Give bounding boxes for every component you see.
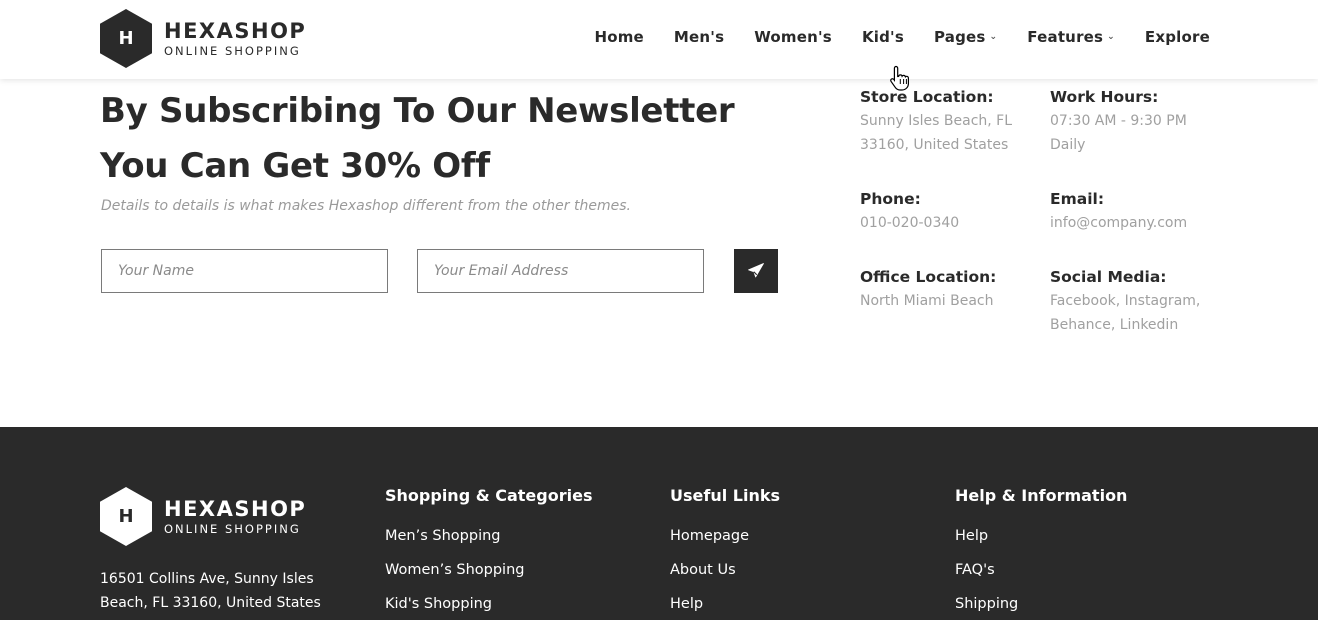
email-input[interactable] <box>417 249 704 293</box>
info-value: 07:30 AM - 9:30 PM Daily <box>1050 113 1187 153</box>
subscribe-button[interactable] <box>734 249 778 293</box>
site-header: H HEXASHOP ONLINE SHOPPING Home Men's Wo… <box>0 0 1318 79</box>
info-phone: Phone: 010-020-0340 <box>860 188 1040 235</box>
logo-tagline: ONLINE SHOPPING <box>164 521 301 536</box>
footer-link[interactable]: Shipping <box>955 595 1127 613</box>
nav-item-mens[interactable]: Men's <box>674 28 724 46</box>
header-logo[interactable]: H HEXASHOP ONLINE SHOPPING <box>100 9 306 68</box>
info-label: Office Location: <box>860 268 997 286</box>
footer-column-title: Help & Information <box>955 486 1128 505</box>
footer-link[interactable]: Homepage <box>670 527 780 545</box>
nav-label: Explore <box>1144 28 1210 46</box>
hand-pointer-cursor-icon <box>889 65 911 95</box>
site-footer: H HEXASHOP ONLINE SHOPPING 16501 Collins… <box>0 427 1318 620</box>
footer-link[interactable]: Women’s Shopping <box>385 561 592 579</box>
info-social-media: Social Media: Facebook, Instagram, Behan… <box>1050 266 1230 337</box>
name-input[interactable] <box>101 249 388 293</box>
newsletter-title: By Subscribing To Our Newsletter You Can… <box>100 91 735 186</box>
nav-label: Kid's <box>861 28 904 46</box>
nav-item-kids[interactable]: Kid's <box>862 28 904 46</box>
footer-link[interactable]: Help <box>670 595 780 613</box>
hexagon-logo-icon: H <box>100 9 152 68</box>
nav-label: Men's <box>673 28 725 46</box>
footer-column-useful-links: Useful Links Homepage About Us Help <box>670 487 780 620</box>
nav-label: Home <box>594 28 644 46</box>
newsletter-description: Details to details is what makes Hexasho… <box>101 198 631 214</box>
nav-label: Pages <box>933 28 986 46</box>
nav-item-womens[interactable]: Women's <box>754 28 832 46</box>
logo-name: HEXASHOP <box>164 496 307 521</box>
paper-plane-icon <box>748 263 764 278</box>
footer-column-help: Help & Information Help FAQ's Shipping <box>955 487 1127 620</box>
info-store-location: Store Location: Sunny Isles Beach, FL 33… <box>860 86 1040 157</box>
logo-tagline: ONLINE SHOPPING <box>164 43 301 58</box>
footer-column-title: Useful Links <box>670 486 781 505</box>
info-value: Sunny Isles Beach, FL 33160, United Stat… <box>860 113 1013 153</box>
info-value: 010-020-0340 <box>860 215 960 231</box>
info-label: Store Location: <box>860 88 994 106</box>
nav-item-home[interactable]: Home <box>594 28 643 46</box>
info-label: Work Hours: <box>1050 88 1159 106</box>
footer-link[interactable]: Kid's Shopping <box>385 595 592 613</box>
info-value[interactable]: info@company.com <box>1050 211 1230 235</box>
hexagon-logo-icon: H <box>100 487 152 546</box>
info-label: Email: <box>1050 190 1105 208</box>
nav-label: Women's <box>754 28 832 46</box>
footer-logo[interactable]: H HEXASHOP ONLINE SHOPPING <box>100 487 306 546</box>
footer-link[interactable]: About Us <box>670 561 780 579</box>
nav-label: Features <box>1027 28 1104 46</box>
info-office-location: Office Location: North Miami Beach <box>860 266 1040 313</box>
chevron-down-icon: ⌄ <box>989 32 998 42</box>
info-email: Email: info@company.com <box>1050 188 1230 235</box>
nav-item-explore[interactable]: Explore <box>1145 28 1210 46</box>
nav-item-pages[interactable]: Pages ⌄ <box>934 28 997 46</box>
info-work-hours: Work Hours: 07:30 AM - 9:30 PM Daily <box>1050 86 1230 157</box>
nav-item-features[interactable]: Features ⌄ <box>1027 28 1115 46</box>
info-value: Facebook, Instagram, Behance, Linkedin <box>1050 293 1201 333</box>
footer-link[interactable]: FAQ's <box>955 561 1127 579</box>
chevron-down-icon: ⌄ <box>1107 32 1115 42</box>
info-label: Social Media: <box>1050 268 1167 286</box>
main-nav: Home Men's Women's Kid's Pages ⌄ Features… <box>564 28 1210 46</box>
footer-column-title: Shopping & Categories <box>385 486 593 505</box>
logo-text: HEXASHOP ONLINE SHOPPING <box>164 19 306 59</box>
info-label: Phone: <box>860 190 921 208</box>
footer-link[interactable]: Help <box>955 527 1127 545</box>
footer-column-shopping: Shopping & Categories Men’s Shopping Wom… <box>385 487 592 620</box>
info-value: North Miami Beach <box>860 293 994 309</box>
footer-link[interactable]: Men’s Shopping <box>385 527 592 545</box>
logo-name: HEXASHOP <box>164 18 307 43</box>
logo-text: HEXASHOP ONLINE SHOPPING <box>164 497 306 537</box>
footer-address: 16501 Collins Ave, Sunny Isles Beach, FL… <box>100 571 321 611</box>
